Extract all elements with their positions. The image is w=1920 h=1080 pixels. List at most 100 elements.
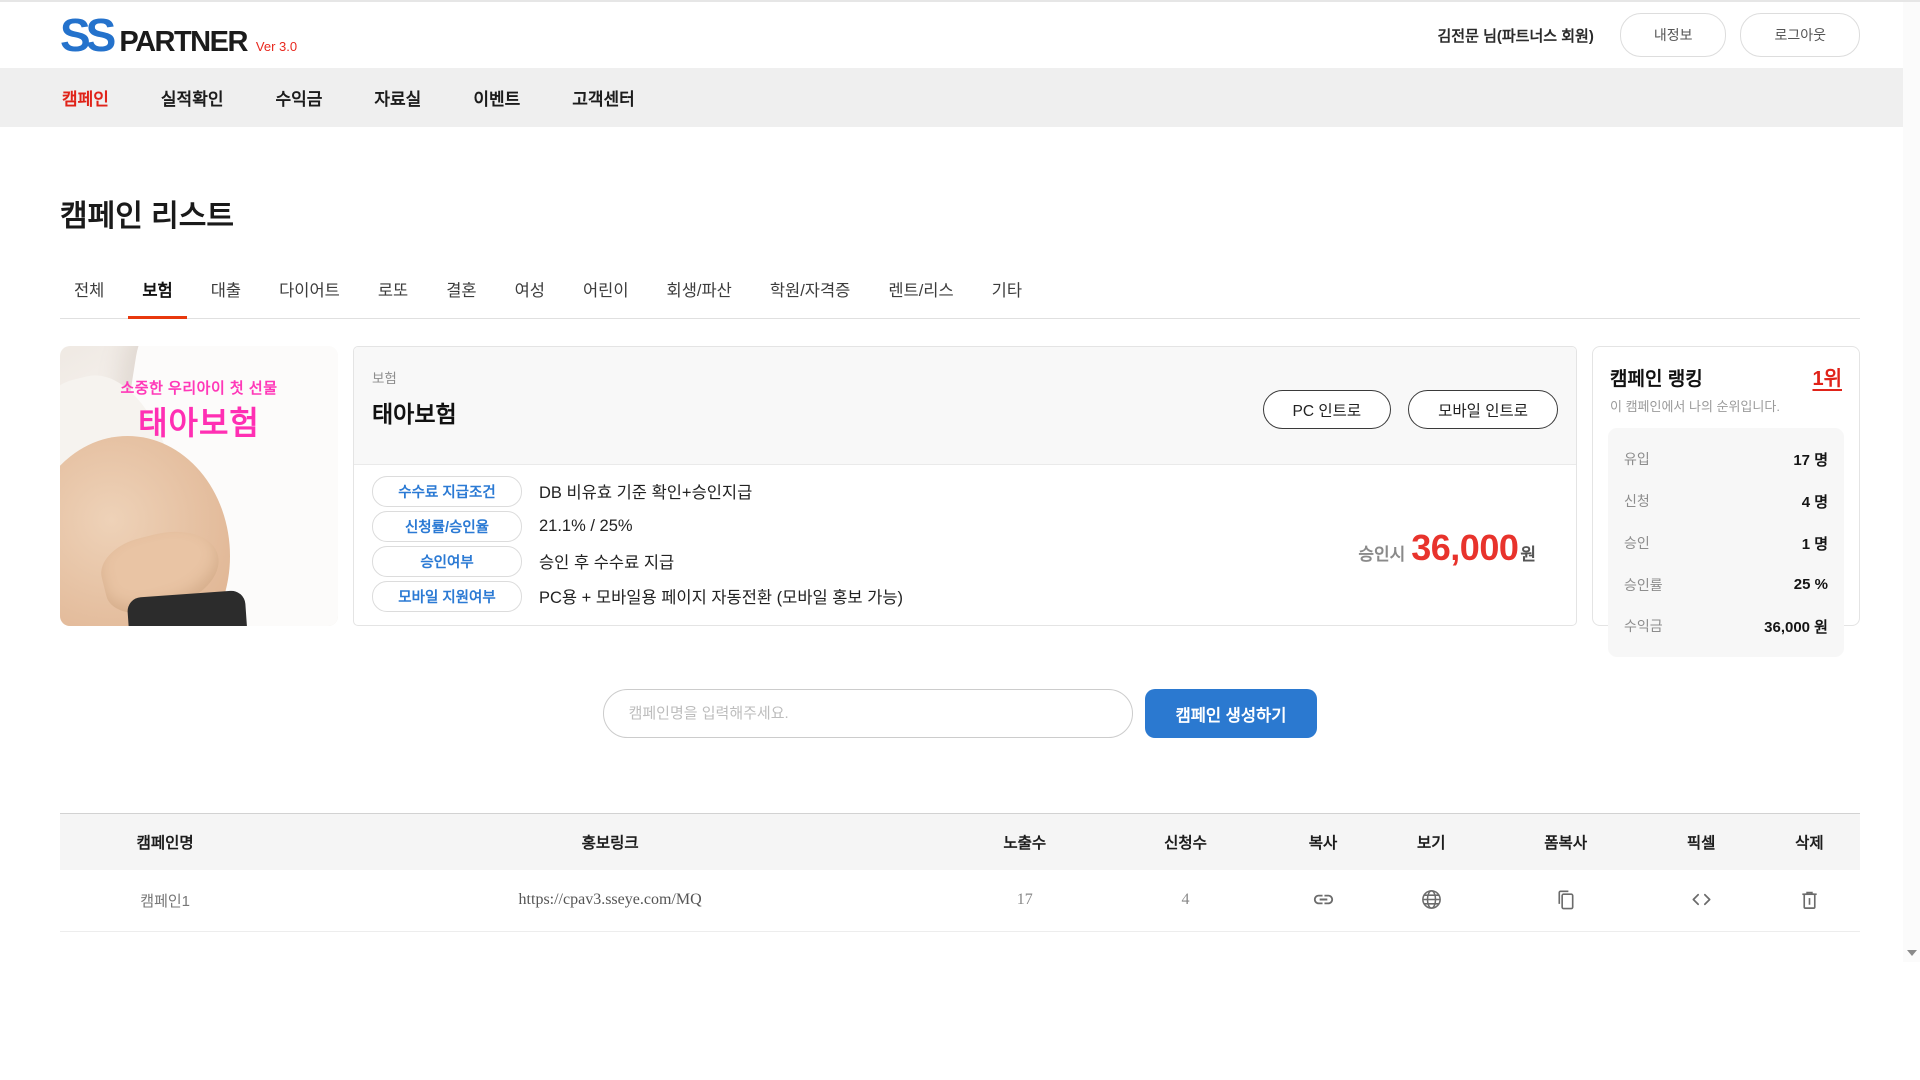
tab-academy[interactable]: 학원/자격증 — [756, 277, 864, 319]
price-unit: 원 — [1520, 540, 1536, 565]
cell-promo-link: https://cpav3.sseye.com/MQ — [270, 870, 950, 932]
tab-rent-lease[interactable]: 렌트/리스 — [874, 277, 967, 319]
col-header-name: 캠페인명 — [60, 814, 270, 870]
nav-item-support[interactable]: 고객센터 — [572, 85, 635, 110]
thumbnail-caption-line2: 태아보험 — [60, 398, 338, 444]
detail-badge: 모바일 지원여부 — [372, 581, 522, 612]
tab-insurance[interactable]: 보험 — [128, 277, 186, 319]
stat-label: 수익금 — [1624, 616, 1663, 636]
stat-label: 승인 — [1624, 533, 1650, 553]
stat-value: 1 명 — [1802, 533, 1828, 554]
delete-button[interactable] — [1794, 885, 1824, 915]
stat-row-approval-rate: 승인률 25 % — [1624, 564, 1828, 605]
pc-intro-button[interactable]: PC 인트로 — [1263, 390, 1392, 429]
tab-all[interactable]: 전체 — [60, 277, 118, 319]
nav-item-events[interactable]: 이벤트 — [473, 85, 520, 110]
code-icon — [1690, 888, 1713, 911]
page-content: 캠페인 리스트 전체 보험 대출 다이어트 로또 결혼 여성 어린이 회생/파산… — [0, 191, 1920, 932]
ranking-rank-link[interactable]: 1위 — [1812, 362, 1842, 391]
col-header-applications: 신청수 — [1100, 814, 1272, 870]
cell-campaign-name: 캠페인1 — [60, 870, 270, 932]
cell-applications: 4 — [1100, 870, 1272, 932]
campaign-card-header: 보험 태아보험 PC 인트로 모바일 인트로 — [354, 347, 1576, 465]
col-header-view: 보기 — [1375, 814, 1488, 870]
pixel-code-button[interactable] — [1686, 885, 1716, 915]
thumbnail-caption-line1: 소중한 우리아이 첫 선물 — [60, 377, 338, 398]
stat-value: 36,000 원 — [1764, 616, 1828, 637]
stat-row-approvals: 승인 1 명 — [1624, 522, 1828, 564]
logout-button[interactable]: 로그아웃 — [1740, 13, 1860, 57]
campaign-title: 태아보험 — [372, 395, 457, 429]
trash-icon — [1798, 888, 1821, 911]
copy-link-button[interactable] — [1308, 885, 1338, 915]
form-copy-button[interactable] — [1551, 885, 1581, 915]
category-tabs: 전체 보험 대출 다이어트 로또 결혼 여성 어린이 회생/파산 학원/자격증 … — [60, 277, 1860, 319]
view-page-button[interactable] — [1416, 885, 1446, 915]
user-name-label: 김전문 님(파트너스 회원) — [1438, 25, 1594, 46]
campaign-name-input[interactable] — [603, 689, 1133, 738]
tab-etc[interactable]: 기타 — [978, 277, 1036, 319]
logo-version: Ver 3.0 — [256, 39, 297, 54]
col-header-link: 홍보링크 — [270, 814, 950, 870]
detail-badge: 승인여부 — [372, 546, 522, 577]
logo[interactable]: SS PARTNER Ver 3.0 — [60, 12, 297, 59]
stat-label: 유입 — [1624, 449, 1650, 469]
nav-item-performance[interactable]: 실적확인 — [161, 85, 224, 110]
my-info-button[interactable]: 내정보 — [1620, 13, 1727, 57]
table-header-row: 캠페인명 홍보링크 노출수 신청수 복사 보기 폼복사 픽셀 삭제 — [60, 814, 1860, 870]
stat-row-revenue: 수익금 36,000 원 — [1624, 605, 1828, 647]
tab-women[interactable]: 여성 — [501, 277, 559, 319]
stat-label: 신청 — [1624, 491, 1650, 511]
globe-icon — [1420, 888, 1443, 911]
col-header-pixel: 픽셀 — [1644, 814, 1759, 870]
stat-row-applications: 신청 4 명 — [1624, 480, 1828, 522]
cell-copy-link — [1271, 870, 1374, 932]
campaign-section: 소중한 우리아이 첫 선물 태아보험 보험 태아보험 PC 인트로 모바일 인트… — [60, 346, 1860, 626]
campaign-create-row: 캠페인 생성하기 — [60, 689, 1860, 738]
tab-children[interactable]: 어린이 — [569, 277, 643, 319]
stat-label: 승인률 — [1624, 575, 1663, 595]
page-title: 캠페인 리스트 — [60, 191, 1860, 235]
campaign-card-body: 수수료 지급조건 DB 비유효 기준 확인+승인지급 신청률/승인율 21.1%… — [354, 465, 1576, 626]
stat-value: 17 명 — [1793, 449, 1828, 470]
col-header-delete: 삭제 — [1759, 814, 1860, 870]
nav-item-revenue[interactable]: 수익금 — [275, 85, 322, 110]
campaign-thumbnail: 소중한 우리아이 첫 선물 태아보험 — [60, 346, 338, 626]
cell-delete — [1759, 870, 1860, 932]
create-campaign-button[interactable]: 캠페인 생성하기 — [1145, 689, 1318, 738]
campaign-card: 보험 태아보험 PC 인트로 모바일 인트로 수수료 지급조건 DB 비유효 기… — [353, 346, 1577, 626]
detail-badge: 신청률/승인율 — [372, 511, 522, 542]
tab-diet[interactable]: 다이어트 — [265, 277, 354, 319]
detail-value: PC용 + 모바일용 페이지 자동전환 (모바일 홍보 가능) — [539, 584, 903, 608]
col-header-copy: 복사 — [1271, 814, 1374, 870]
tab-rehabilitation[interactable]: 회생/파산 — [653, 277, 746, 319]
tab-loan[interactable]: 대출 — [197, 277, 255, 319]
header: SS PARTNER Ver 3.0 김전문 님(파트너스 회원) 내정보 로그… — [0, 2, 1920, 68]
cell-form-copy — [1488, 870, 1644, 932]
logo-partner-text: PARTNER — [119, 26, 247, 59]
ranking-title: 캠페인 랭킹 — [1610, 364, 1703, 391]
cell-pixel — [1644, 870, 1759, 932]
detail-value: 승인 후 수수료 지급 — [539, 549, 674, 573]
tab-marriage[interactable]: 결혼 — [432, 277, 490, 319]
stat-value: 4 명 — [1802, 491, 1828, 512]
col-header-impressions: 노출수 — [950, 814, 1100, 870]
campaign-card-titles: 보험 태아보험 — [372, 367, 457, 464]
mobile-intro-button[interactable]: 모바일 인트로 — [1408, 390, 1558, 429]
col-header-form-copy: 폼복사 — [1488, 814, 1644, 870]
nav-item-resources[interactable]: 자료실 — [374, 85, 421, 110]
detail-value: 21.1% / 25% — [539, 517, 633, 536]
approval-price: 승인시 36,000 원 — [1358, 527, 1536, 569]
ranking-panel: 캠페인 랭킹 1위 이 캠페인에서 나의 순위입니다. 유입 17 명 신청 4… — [1592, 346, 1860, 626]
tab-lotto[interactable]: 로또 — [364, 277, 422, 319]
detail-value: DB 비유효 기준 확인+승인지급 — [539, 479, 752, 503]
logo-ss-mark: SS — [60, 12, 111, 58]
vertical-scrollbar[interactable] — [1903, 2, 1920, 962]
price-amount: 36,000 — [1411, 527, 1518, 569]
price-prefix: 승인시 — [1358, 540, 1405, 565]
main-nav: 캠페인 실적확인 수익금 자료실 이벤트 고객센터 — [0, 68, 1920, 127]
nav-item-campaign[interactable]: 캠페인 — [62, 85, 109, 110]
ranking-stats-box: 유입 17 명 신청 4 명 승인 1 명 승인률 25 % 수익금 36, — [1608, 428, 1844, 657]
campaign-category: 보험 — [372, 367, 457, 387]
scrollbar-down-arrow[interactable] — [1907, 950, 1917, 956]
